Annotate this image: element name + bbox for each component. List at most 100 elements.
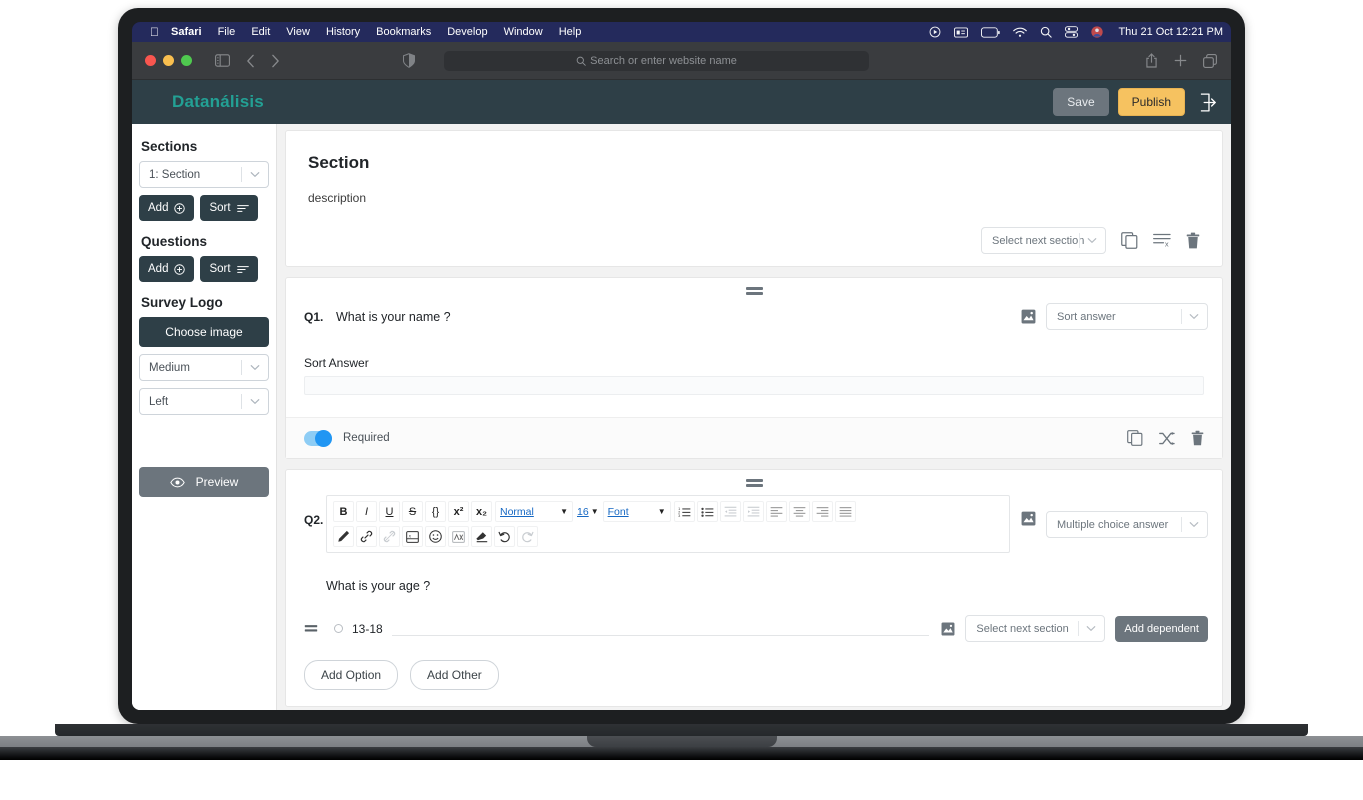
menu-item-safari[interactable]: Safari bbox=[171, 26, 202, 38]
superscript-button[interactable]: x² bbox=[448, 501, 469, 522]
drag-handle-icon[interactable] bbox=[286, 470, 1222, 489]
app-logo[interactable]: Datanálisis bbox=[172, 92, 264, 112]
laptop-base-bottom bbox=[0, 747, 1363, 760]
q1-answer-type-select[interactable]: Sort answer bbox=[1046, 303, 1208, 330]
minimize-button[interactable] bbox=[163, 55, 174, 66]
address-bar[interactable]: Search or enter website name bbox=[444, 51, 869, 71]
share-icon[interactable] bbox=[1145, 53, 1158, 68]
tab-overview-icon[interactable] bbox=[1203, 53, 1217, 68]
undo-icon[interactable] bbox=[494, 526, 515, 547]
option-input-underline[interactable] bbox=[391, 622, 930, 636]
option-next-section-select[interactable]: Select next section bbox=[965, 615, 1106, 642]
underline-button[interactable]: U bbox=[379, 501, 400, 522]
drag-handle-icon[interactable] bbox=[286, 278, 1222, 297]
menu-item-edit[interactable]: Edit bbox=[251, 26, 270, 38]
forward-icon[interactable] bbox=[271, 54, 280, 68]
preview-button[interactable]: Preview bbox=[139, 467, 269, 497]
close-button[interactable] bbox=[145, 55, 156, 66]
heading-select[interactable]: Normal ▼ bbox=[495, 501, 573, 522]
q2-text[interactable]: What is your age ? bbox=[286, 553, 1222, 593]
duplicate-icon[interactable] bbox=[1127, 430, 1143, 446]
sort-questions-button[interactable]: Sort bbox=[200, 256, 258, 282]
screen-record-icon[interactable] bbox=[929, 26, 941, 38]
trash-icon[interactable] bbox=[1191, 430, 1204, 446]
pen-color-icon[interactable] bbox=[333, 526, 354, 547]
section-title[interactable]: Section bbox=[308, 153, 1200, 173]
formula-icon[interactable] bbox=[448, 526, 469, 547]
sidebar-toggle-icon[interactable] bbox=[215, 54, 230, 67]
indent-icon[interactable] bbox=[742, 501, 764, 522]
plus-icon[interactable] bbox=[1174, 54, 1187, 67]
control-center-icon[interactable] bbox=[1065, 26, 1079, 38]
user-avatar-icon[interactable] bbox=[1091, 26, 1104, 38]
add-other-button[interactable]: Add Other bbox=[410, 660, 499, 690]
sort-sections-button[interactable]: Sort bbox=[200, 195, 258, 221]
add-question-button[interactable]: Add bbox=[139, 256, 195, 282]
section-next-value: Select next section bbox=[992, 234, 1085, 247]
section-select[interactable]: 1: Section bbox=[139, 161, 269, 188]
publish-button[interactable]: Publish bbox=[1117, 88, 1185, 116]
add-option-button[interactable]: Add Option bbox=[304, 660, 399, 690]
align-right-icon[interactable] bbox=[811, 501, 833, 522]
questions-buttons: Add Sort bbox=[139, 256, 269, 282]
menu-item-history[interactable]: History bbox=[326, 26, 360, 38]
menu-item-file[interactable]: File bbox=[218, 26, 236, 38]
back-icon[interactable] bbox=[246, 54, 255, 68]
search-icon[interactable] bbox=[1040, 26, 1053, 38]
wifi-icon[interactable] bbox=[1013, 27, 1028, 38]
logout-icon[interactable] bbox=[1199, 92, 1218, 112]
menu-item-window[interactable]: Window bbox=[504, 26, 543, 38]
align-left-icon[interactable] bbox=[765, 501, 787, 522]
italic-button[interactable]: I bbox=[356, 501, 377, 522]
unlink-icon[interactable] bbox=[379, 526, 400, 547]
bold-button[interactable]: B bbox=[333, 501, 354, 522]
shuffle-icon[interactable] bbox=[1159, 431, 1175, 446]
font-size-select[interactable]: 16 ▼ bbox=[577, 506, 599, 518]
apple-icon[interactable]:  bbox=[150, 26, 159, 38]
ordered-list-icon[interactable]: 123 bbox=[673, 501, 695, 522]
eraser-icon[interactable] bbox=[471, 526, 492, 547]
maximize-button[interactable] bbox=[181, 55, 192, 66]
q1-required-toggle[interactable] bbox=[304, 429, 332, 447]
clear-list-icon[interactable]: x bbox=[1153, 233, 1171, 248]
image-icon[interactable] bbox=[941, 622, 955, 636]
subscript-button[interactable]: x₂ bbox=[471, 501, 492, 522]
battery-icon[interactable] bbox=[981, 26, 1001, 38]
section-description[interactable]: description bbox=[308, 191, 1200, 205]
duplicate-icon[interactable] bbox=[1121, 232, 1138, 249]
save-button[interactable]: Save bbox=[1053, 88, 1109, 116]
emoji-icon[interactable] bbox=[425, 526, 446, 547]
q2-answer-type-select[interactable]: Multiple choice answer bbox=[1046, 511, 1208, 538]
trash-icon[interactable] bbox=[1186, 232, 1200, 249]
add-section-button[interactable]: Add bbox=[139, 195, 195, 221]
align-center-icon[interactable] bbox=[788, 501, 810, 522]
menu-item-develop[interactable]: Develop bbox=[447, 26, 487, 38]
code-block-button[interactable]: {} bbox=[425, 501, 446, 522]
option-radio[interactable] bbox=[334, 624, 343, 633]
strikethrough-button[interactable]: S bbox=[402, 501, 423, 522]
q1-answer-input[interactable] bbox=[304, 376, 1204, 395]
menu-item-bookmarks[interactable]: Bookmarks bbox=[376, 26, 431, 38]
font-family-select[interactable]: Font ▼ bbox=[602, 501, 671, 522]
section-next-select[interactable]: Select next section bbox=[981, 227, 1106, 254]
menu-item-help[interactable]: Help bbox=[559, 26, 582, 38]
logo-align-select[interactable]: Left bbox=[139, 388, 269, 415]
outdent-icon[interactable] bbox=[719, 501, 741, 522]
image-icon[interactable] bbox=[1021, 309, 1036, 324]
drag-handle-icon[interactable] bbox=[304, 624, 318, 633]
video-icon[interactable]: x bbox=[402, 526, 423, 547]
sort-icon bbox=[236, 204, 249, 213]
image-icon[interactable] bbox=[1021, 495, 1036, 526]
choose-image-button[interactable]: Choose image bbox=[139, 317, 269, 347]
add-dependent-button[interactable]: Add dependent bbox=[1115, 615, 1208, 642]
privacy-shield-icon[interactable] bbox=[403, 53, 415, 68]
logo-size-select[interactable]: Medium bbox=[139, 354, 269, 381]
redo-icon[interactable] bbox=[517, 526, 538, 547]
link-icon[interactable] bbox=[356, 526, 377, 547]
align-justify-icon[interactable] bbox=[834, 501, 856, 522]
option-label[interactable]: 13-18 bbox=[352, 622, 383, 636]
battery-widget-icon[interactable] bbox=[954, 26, 969, 38]
menu-item-view[interactable]: View bbox=[286, 26, 310, 38]
q1-text[interactable]: What is your name ? bbox=[336, 310, 1021, 324]
bullet-list-icon[interactable] bbox=[696, 501, 718, 522]
